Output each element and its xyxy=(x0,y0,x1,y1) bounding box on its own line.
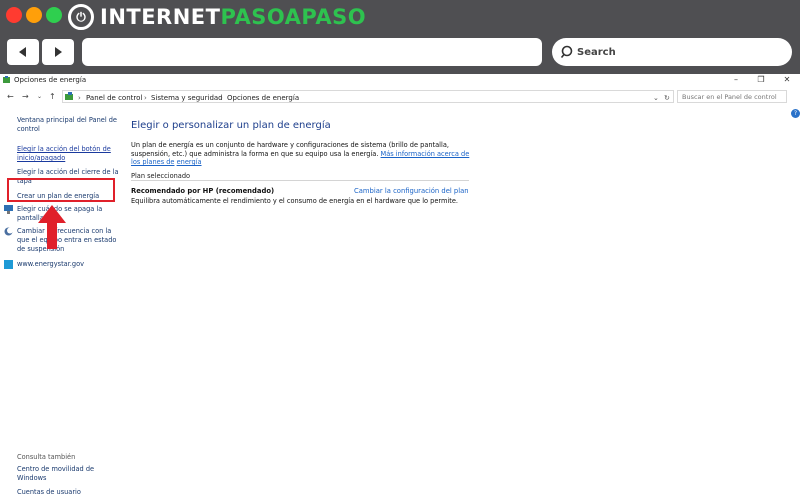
sidebar: Ventana principal del Panel de control E… xyxy=(0,110,125,500)
divider xyxy=(131,180,469,181)
see-also-mobility-center[interactable]: Centro de movilidad de Windows xyxy=(17,465,94,483)
forward-icon[interactable]: → xyxy=(22,92,29,101)
control-panel-icon xyxy=(65,92,73,100)
address-bar-row: ← → ⌄ ↑ › Panel de control › Sistema y s… xyxy=(0,89,800,105)
breadcrumb-system-security[interactable]: Sistema y seguridad xyxy=(151,94,223,102)
site-logo: ⏻ INTERNETPASOAPASO xyxy=(68,4,366,30)
breadcrumb-chevron-icon: › xyxy=(78,94,81,102)
sidebar-item-label: inicio/apagado xyxy=(17,154,66,162)
section-title: Plan seleccionado xyxy=(131,172,191,180)
control-panel-window: Opciones de energía – ❐ ✕ ← → ⌄ ↑ › Pane… xyxy=(0,74,800,500)
sidebar-item-power-button[interactable]: Elegir la acción del botón de inicio/apa… xyxy=(17,145,111,163)
sidebar-item-label: www.energystar.gov xyxy=(17,260,85,268)
description-text: etc.) que administra la forma en que su … xyxy=(172,149,381,158)
browser-toolbar: ⏻ INTERNETPASOAPASO Search xyxy=(0,0,800,74)
window-titlebar: Opciones de energía – ❐ ✕ xyxy=(0,74,800,88)
sidebar-item-energystar[interactable]: www.energystar.gov xyxy=(17,260,84,269)
maximize-window-icon[interactable] xyxy=(46,7,62,23)
see-also-user-accounts[interactable]: Cuentas de usuario xyxy=(17,488,81,497)
breadcrumb-chevron-icon: › xyxy=(144,94,147,102)
sidebar-item-label: control xyxy=(17,125,40,133)
red-arrow-icon xyxy=(38,205,66,249)
sidebar-item-label: Elegir la acción del cierre de la xyxy=(17,168,119,176)
highlight-box xyxy=(7,178,115,202)
see-also-label: Cuentas de usuario xyxy=(17,488,81,496)
plan-name: Recomendado por HP (recomendado) xyxy=(131,187,275,195)
see-also-title: Consulta también xyxy=(17,453,76,461)
breadcrumb-power-options[interactable]: Opciones de energía xyxy=(227,94,299,102)
forward-arrow-icon xyxy=(55,47,62,57)
page-title: Elegir o personalizar un plan de energía xyxy=(131,120,331,131)
description: Un plan de energía es un conjunto de har… xyxy=(131,141,471,167)
breadcrumb-control-panel[interactable]: Panel de control xyxy=(86,94,142,102)
sidebar-item-control-panel-home[interactable]: Ventana principal del Panel de control xyxy=(17,116,117,134)
see-also-label: Centro de movilidad de xyxy=(17,465,95,473)
search-icon xyxy=(560,45,573,59)
logo-text-right: PASOAPASO xyxy=(220,5,367,29)
browser-search-input[interactable]: Search xyxy=(552,38,792,66)
back-button[interactable] xyxy=(7,39,39,65)
up-icon[interactable]: ↑ xyxy=(49,92,56,101)
forward-button[interactable] xyxy=(42,39,74,65)
change-plan-link[interactable]: Cambiar la configuración del plan xyxy=(354,187,469,195)
plan-description: Equilibra automáticamente el rendimiento… xyxy=(131,197,458,205)
search-label: Search xyxy=(577,46,616,58)
logo-text-left: INTERNET xyxy=(100,5,221,29)
learn-more-link-cont[interactable]: energía xyxy=(177,158,202,166)
sidebar-item-label: Ventana principal del Panel de xyxy=(17,116,117,124)
close-button[interactable]: ✕ xyxy=(779,75,795,84)
recent-chevron-icon[interactable]: ⌄ xyxy=(37,93,42,100)
sidebar-item-label: Elegir la acción del botón de xyxy=(17,145,111,153)
minimize-button[interactable]: – xyxy=(728,75,744,84)
help-icon[interactable]: ? xyxy=(791,109,800,118)
dropdown-chevron-icon[interactable]: ⌄ xyxy=(653,94,659,102)
energystar-icon xyxy=(4,260,13,269)
restore-button[interactable]: ❐ xyxy=(753,75,769,84)
moon-icon xyxy=(4,227,13,236)
window-title: Opciones de energía xyxy=(14,76,87,84)
back-icon[interactable]: ← xyxy=(7,92,14,101)
url-input[interactable] xyxy=(82,38,542,66)
refresh-icon[interactable]: ↻ xyxy=(664,94,670,102)
address-input[interactable]: › Panel de control › Sistema y seguridad… xyxy=(62,90,674,103)
see-also-label: Windows xyxy=(17,474,47,482)
breadcrumb-chevron-icon: › xyxy=(220,94,223,102)
back-arrow-icon xyxy=(19,47,26,57)
power-options-icon xyxy=(3,76,10,83)
close-window-icon[interactable] xyxy=(6,7,22,23)
panel-search-input[interactable]: Buscar en el Panel de control xyxy=(677,90,787,103)
logo-power-icon: ⏻ xyxy=(68,4,94,30)
monitor-icon xyxy=(4,205,13,214)
minimize-window-icon[interactable] xyxy=(26,7,42,23)
